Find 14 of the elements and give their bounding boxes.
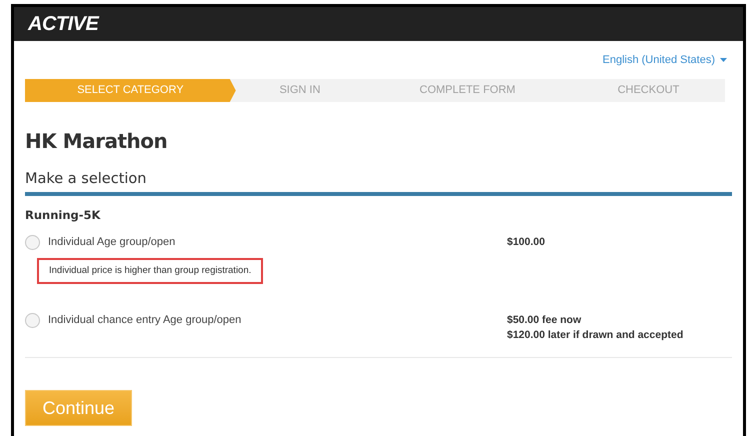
- logo[interactable]: ACTIVE: [28, 9, 98, 39]
- radio-button[interactable]: [25, 235, 40, 250]
- radio-button[interactable]: [25, 312, 40, 328]
- option-label[interactable]: Individual Age group/open: [48, 234, 176, 251]
- category-heading: Running-5K: [25, 207, 102, 224]
- option-label[interactable]: Individual chance entry Age group/open: [48, 312, 242, 328]
- note-text: Individual price is higher than group registration.: [37, 258, 264, 284]
- caret-icon: [720, 58, 727, 62]
- progress-step: SELECT CATEGORY: [25, 79, 236, 102]
- page-title: HK Marathon: [25, 128, 168, 155]
- price-text: $50.00 fee now: [507, 313, 582, 328]
- price-text: $120.00 later if drawn and accepted: [507, 328, 684, 343]
- section-heading: Make a selection: [25, 170, 148, 189]
- price-text: $100.00: [507, 235, 545, 250]
